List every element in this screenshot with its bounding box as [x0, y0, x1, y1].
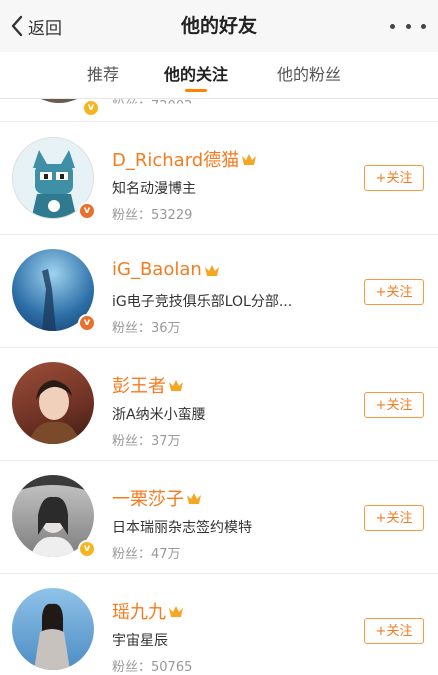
list-item[interactable]: v 粉丝：72002	[0, 99, 438, 122]
crown-icon	[187, 493, 201, 504]
user-name[interactable]: iG_Baolan	[112, 259, 220, 280]
fans-count: 粉丝：36万	[112, 321, 181, 336]
crown-icon	[204, 264, 219, 276]
user-description: 浙A纳米小蛮腰	[112, 407, 206, 423]
follow-button[interactable]: +关注	[364, 279, 424, 305]
user-name[interactable]: 瑶九九	[112, 598, 184, 624]
user-name[interactable]: D_Richard德猫	[112, 146, 257, 172]
navigation-bar: 返回 他的好友	[0, 0, 438, 52]
tab-bar: 推荐 他的关注 他的粉丝	[0, 52, 438, 99]
user-description: 知名动漫博主	[112, 181, 196, 197]
list-item[interactable]: v iG_Baolan iG电子竞技俱乐部LOL分部... 粉丝：36万 +关注	[0, 235, 438, 348]
user-name[interactable]: 一栗莎子	[112, 485, 202, 511]
tab-followers[interactable]: 他的粉丝	[277, 52, 341, 98]
follow-button[interactable]: +关注	[364, 165, 424, 191]
fans-count: 粉丝：50765	[112, 660, 193, 675]
tab-following[interactable]: 他的关注	[164, 52, 228, 98]
avatar	[12, 362, 94, 444]
list-item[interactable]: 瑶九九 宇宙星辰 粉丝：50765 +关注	[0, 574, 438, 675]
avatar	[12, 588, 94, 670]
follow-button[interactable]: +关注	[364, 392, 424, 418]
user-description: 宇宙星辰	[112, 633, 168, 649]
user-name[interactable]: 彭王者	[112, 372, 184, 398]
tab-recommend[interactable]: 推荐	[87, 52, 119, 98]
person-avatar-icon	[34, 603, 70, 670]
list-item[interactable]: 彭王者 浙A纳米小蛮腰 粉丝：37万 +关注	[0, 348, 438, 461]
follow-button[interactable]: +关注	[364, 505, 424, 531]
list-item[interactable]: v D_Richard德猫 知名动漫博主 粉丝：53229 +关注	[0, 122, 438, 235]
user-description: 日本瑞丽杂志签约模特	[112, 520, 252, 536]
fans-count: 粉丝：72002	[112, 99, 193, 114]
user-description: iG电子竞技俱乐部LOL分部...	[112, 294, 293, 310]
crown-icon	[169, 380, 183, 391]
follow-button[interactable]: +关注	[364, 618, 424, 644]
more-options-icon[interactable]	[390, 14, 426, 38]
page-title: 他的好友	[180, 15, 257, 37]
verified-badge-icon: v	[78, 540, 96, 558]
crown-icon	[169, 606, 183, 617]
verified-badge-icon: v	[78, 202, 96, 220]
list-item[interactable]: v 一栗莎子 日本瑞丽杂志签约模特 粉丝：47万 +关注	[0, 461, 438, 574]
friend-list: v 粉丝：72002 v D_Richard德猫 知名动漫博主 粉丝：53229…	[0, 99, 438, 675]
person-avatar-icon	[28, 380, 80, 444]
crown-icon	[242, 154, 257, 165]
verified-badge-icon: v	[78, 314, 96, 332]
fans-count: 粉丝：37万	[112, 434, 181, 449]
verified-badge-icon: v	[82, 99, 100, 117]
fans-count: 粉丝：47万	[112, 547, 181, 562]
fans-count: 粉丝：53229	[112, 208, 193, 223]
